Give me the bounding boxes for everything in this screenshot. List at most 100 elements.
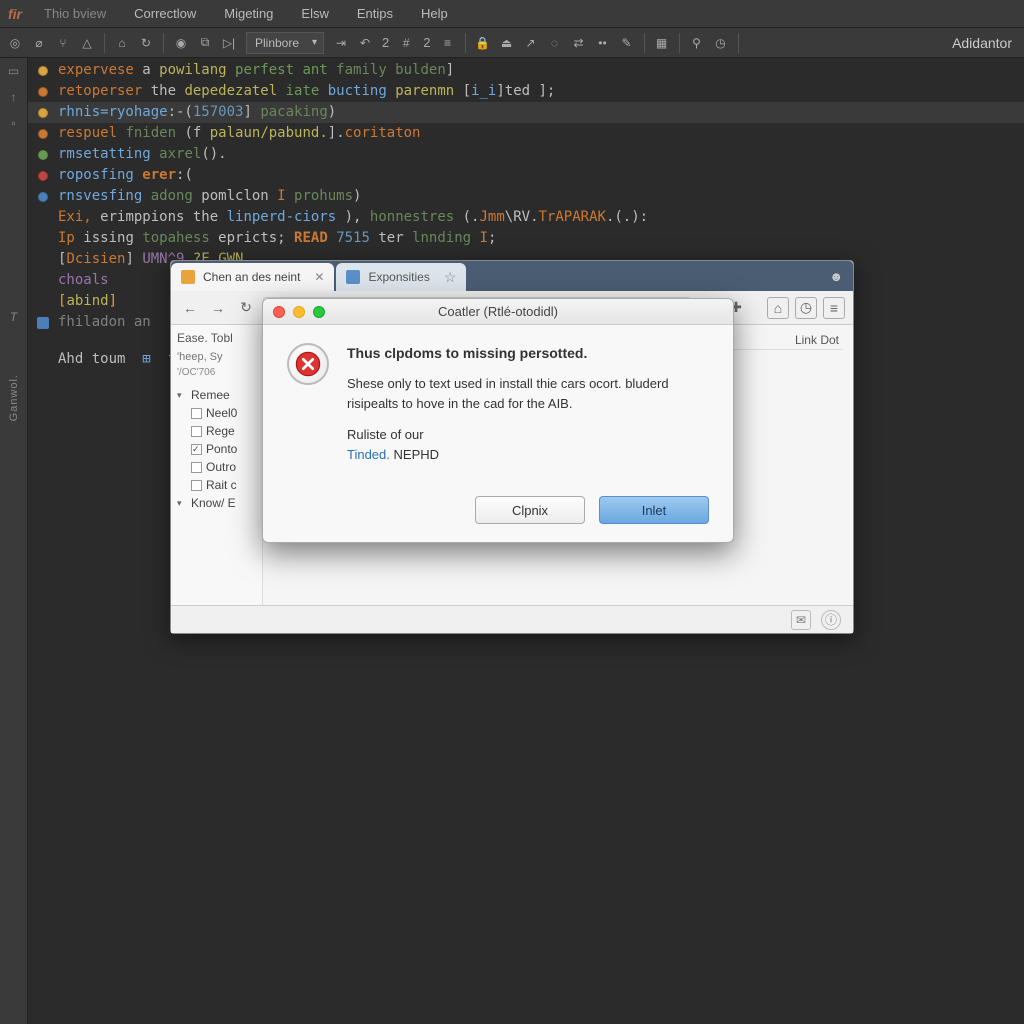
code-line[interactable]: expervese a powilang perfest ant family …	[28, 60, 1024, 81]
tree-item-label: Know/ E	[191, 496, 236, 510]
tree-item-label: Rege	[206, 424, 235, 438]
menu-migeting[interactable]: Migeting	[210, 0, 287, 27]
tool-tree-icon[interactable]: ⇄	[568, 32, 590, 54]
nav-reload-icon[interactable]: ↻	[235, 297, 257, 319]
tool-hash-icon[interactable]: #	[395, 32, 417, 54]
tab-close-icon[interactable]: ✕	[314, 270, 324, 284]
code-line[interactable]: rhnis=ryohage:-(157003] pacaking)	[28, 102, 1024, 123]
menu-help[interactable]: Help	[407, 0, 462, 27]
nav-forward-icon[interactable]: →	[207, 297, 229, 319]
tree-item-label: Rait c	[206, 478, 237, 492]
gutter-t-icon[interactable]: T	[5, 308, 23, 326]
checkbox[interactable]	[191, 426, 202, 437]
tree-item[interactable]: Rege	[177, 422, 256, 440]
gutter-marker-icon	[34, 273, 52, 289]
tool-record-icon[interactable]: ◉	[170, 32, 192, 54]
status-info-icon[interactable]: ⓘ	[821, 610, 841, 630]
tool-copy-icon[interactable]: ⧉	[194, 32, 216, 54]
tool-sync-icon[interactable]: ◌	[544, 32, 566, 54]
tool-globe-icon[interactable]: ◎	[4, 32, 26, 54]
dialog-paragraph-2: Ruliste of our Tinded. NEPHD	[347, 425, 709, 464]
tree-item[interactable]: Neel0	[177, 404, 256, 422]
tool-warning-icon[interactable]: △	[76, 32, 98, 54]
dialog-paragraph: Shese only to text used in install thie …	[347, 374, 709, 413]
tool-branch-icon[interactable]: ⑂	[52, 32, 74, 54]
zoom-icon[interactable]	[313, 306, 325, 318]
code-line[interactable]: Exi, erimppions the linperd-ciors ), hon…	[28, 207, 1024, 228]
counter-2: 2	[419, 35, 434, 50]
error-dialog: Coatler (Rtlé-otodidl) Thus clpdoms to m…	[262, 298, 734, 543]
checkbox[interactable]	[191, 444, 202, 455]
dialog-text: Thus clpdoms to missing persotted. Shese…	[347, 343, 709, 476]
gutter-marker-icon	[34, 147, 52, 163]
tree-item-label: Remee	[191, 388, 230, 402]
tree-item[interactable]: ▾Know/ E	[177, 494, 256, 512]
browser-tab-1[interactable]: Chen an des neint ✕	[171, 263, 334, 291]
tab-star-icon[interactable]: ☆	[444, 269, 457, 286]
ok-button[interactable]: Inlet	[599, 496, 709, 524]
menu-elsw[interactable]: Elsw	[287, 0, 342, 27]
col-2[interactable]: Link Dot	[795, 333, 839, 347]
status-chat-icon[interactable]: ✉	[791, 610, 811, 630]
tree-item[interactable]: Outro	[177, 458, 256, 476]
menu-file[interactable]: Thio bview	[30, 0, 120, 27]
tool-arrow-icon[interactable]: ↗	[520, 32, 542, 54]
tree-item-label: Outro	[206, 460, 236, 474]
gutter-item-1[interactable]: ▭	[5, 62, 23, 80]
tree-item[interactable]: Ponto	[177, 440, 256, 458]
code-line[interactable]: roposfing erer:(	[28, 165, 1024, 186]
config-select[interactable]: Plinbore	[246, 32, 324, 54]
tool-lock-icon[interactable]: 🔒	[472, 32, 494, 54]
tool-pen-icon[interactable]: ✎	[616, 32, 638, 54]
tool-list-icon[interactable]: ≡	[437, 32, 459, 54]
tool-clock-icon[interactable]: ◷	[710, 32, 732, 54]
gutter-up-icon[interactable]: ↑	[5, 88, 23, 106]
browser-statusbar: ✉ ⓘ	[171, 605, 853, 633]
minimize-icon[interactable]	[293, 306, 305, 318]
menu-entips[interactable]: Entips	[343, 0, 407, 27]
tool-home-icon[interactable]: ⌂	[111, 32, 133, 54]
tab-favicon-icon	[346, 270, 360, 284]
tab-label: Chen an des neint	[203, 270, 300, 284]
mask-icon[interactable]: ☻	[829, 269, 843, 284]
tree-item[interactable]: ▾ Remee	[177, 386, 256, 404]
home-icon[interactable]: ⌂	[767, 297, 789, 319]
tool-key-icon[interactable]: ⌀	[28, 32, 50, 54]
dialog-text-part2: NEPHD	[394, 447, 440, 462]
caret-icon: ▾	[177, 390, 187, 401]
tool-export-icon[interactable]: ⇥	[330, 32, 352, 54]
dialog-link[interactable]: Tinded.	[347, 447, 390, 462]
history-icon[interactable]: ◷	[795, 297, 817, 319]
browser-tab-2[interactable]: Exponsities ☆	[336, 263, 466, 291]
tool-undo-icon[interactable]: ↶	[354, 32, 376, 54]
menu-icon[interactable]: ≡	[823, 297, 845, 319]
tool-eject-icon[interactable]: ⏏	[496, 32, 518, 54]
code-line[interactable]: Ip issing topahess epricts; READ 7515 te…	[28, 228, 1024, 249]
code-line[interactable]: rnsvesfing adong pomlclon I prohums)	[28, 186, 1024, 207]
tool-step-icon[interactable]: ▷|	[218, 32, 240, 54]
checkbox[interactable]	[191, 480, 202, 491]
menu-correctlow[interactable]: Correctlow	[120, 0, 210, 27]
menu-bar: fir Thio bview Correctlow Migeting Elsw …	[0, 0, 1024, 28]
code-line[interactable]: respuel fniden (f palaun/pabund.].corita…	[28, 123, 1024, 144]
breadcrumb: Ease. Tobl	[177, 331, 256, 345]
gutter-item-2[interactable]: ▫	[5, 114, 23, 132]
gutter-marker-icon	[34, 352, 52, 368]
code-line[interactable]: retoperser the depedezatel iate bucting …	[28, 81, 1024, 102]
tool-grid-icon[interactable]: ▦	[651, 32, 673, 54]
dialog-titlebar[interactable]: Coatler (Rtlé-otodidl)	[263, 299, 733, 325]
breadcrumb-sub: 'heep, Sy	[177, 351, 256, 363]
tool-refresh-icon[interactable]: ↻	[135, 32, 157, 54]
error-icon	[287, 343, 329, 385]
nav-back-icon[interactable]: ←	[179, 297, 201, 319]
dialog-buttons: Clpnix Inlet	[263, 486, 733, 542]
checkbox[interactable]	[191, 462, 202, 473]
checkbox[interactable]	[191, 408, 202, 419]
gutter-marker-icon	[34, 63, 52, 79]
code-line[interactable]: rmsetatting axrel().	[28, 144, 1024, 165]
cancel-button[interactable]: Clpnix	[475, 496, 585, 524]
tree-item[interactable]: Rait c	[177, 476, 256, 494]
tool-dots-icon[interactable]: ••	[592, 32, 614, 54]
close-icon[interactable]	[273, 306, 285, 318]
tool-search-icon[interactable]: ⚲	[686, 32, 708, 54]
